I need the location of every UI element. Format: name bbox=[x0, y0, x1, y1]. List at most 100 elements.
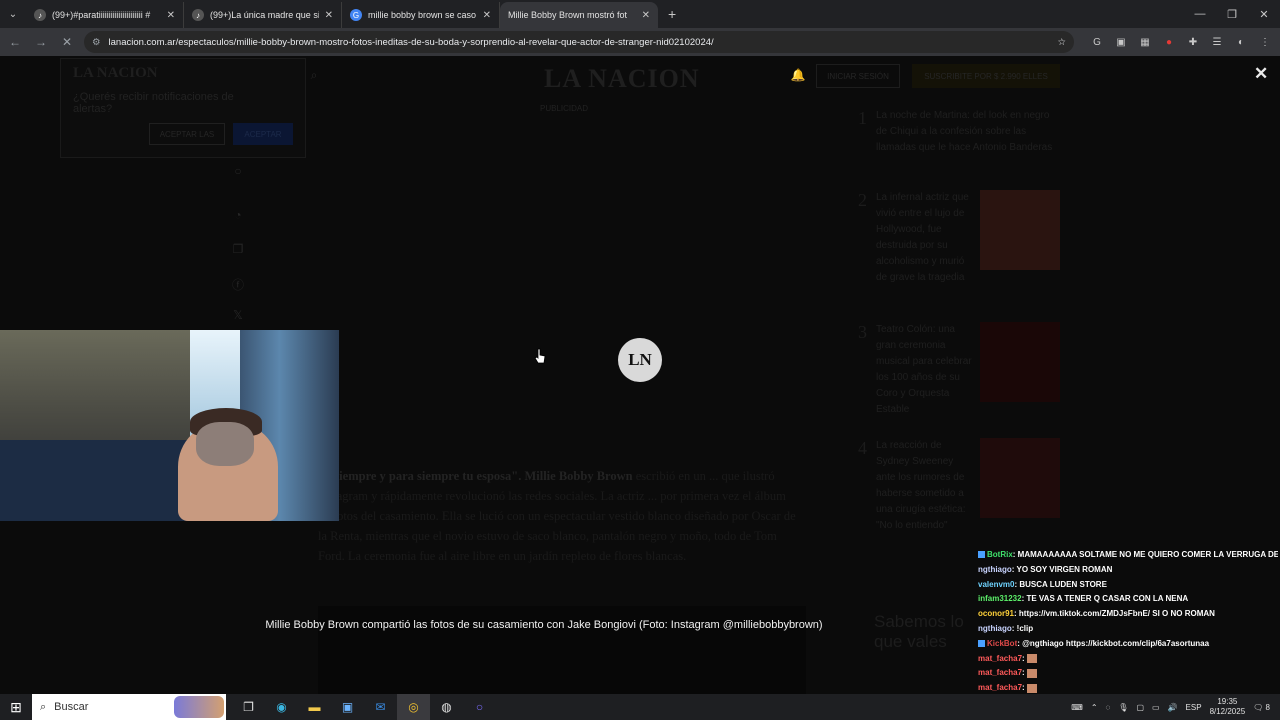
language-indicator[interactable]: ESP bbox=[1186, 703, 1202, 712]
chat-username[interactable]: valenvm0 bbox=[978, 580, 1014, 589]
chat-text: : YO SOY VIRGEN ROMAN bbox=[1011, 564, 1113, 574]
copy-link-icon[interactable]: ❐ bbox=[230, 242, 246, 258]
article-name[interactable]: Millie Bobby Brown bbox=[524, 469, 635, 483]
cortana-icon[interactable]: ○ bbox=[463, 694, 496, 720]
profile-avatar-icon[interactable]: ◐ bbox=[1234, 35, 1248, 49]
notifications-icon[interactable]: 🗨 8 bbox=[1253, 703, 1270, 712]
bot-badge-icon bbox=[978, 640, 985, 648]
tab-1[interactable]: ♪ (99+)#paratiiiiiiiiiiiiiiiiiiiiii # ✕ bbox=[26, 2, 184, 28]
tab-groups-icon[interactable]: ☰ bbox=[1210, 35, 1224, 49]
site-info-icon[interactable]: ⚙ bbox=[92, 37, 101, 48]
taskbar-search[interactable]: ⌕ Buscar bbox=[32, 694, 226, 720]
chat-username[interactable]: infam31232 bbox=[978, 594, 1022, 603]
keyboard-icon[interactable]: ⌨ bbox=[1071, 703, 1083, 712]
facebook-icon[interactable]: ⓕ bbox=[230, 276, 246, 292]
chat-username[interactable]: mat_facha7 bbox=[978, 683, 1022, 692]
stop-loading-icon[interactable]: ✕ bbox=[58, 35, 76, 49]
browser-tab-bar: ⌄ ♪ (99+)#paratiiiiiiiiiiiiiiiiiiiiii # … bbox=[0, 0, 1280, 28]
chat-username[interactable]: KickBot bbox=[987, 639, 1017, 648]
address-bar[interactable]: ⚙ lanacion.com.ar/espectaculos/millie-bo… bbox=[84, 31, 1074, 53]
file-explorer-icon[interactable]: ▬ bbox=[298, 694, 331, 720]
trending-item-1[interactable]: 1 La noche de Martina: del look en negro… bbox=[858, 108, 1068, 188]
tray-overflow-icon[interactable]: ⌃ bbox=[1091, 703, 1098, 712]
obs-icon[interactable]: ◍ bbox=[430, 694, 463, 720]
window-close-icon[interactable]: ✕ bbox=[1248, 8, 1280, 21]
tab-title: millie bobby brown se caso - Bú bbox=[368, 10, 477, 20]
article-body: "...siempre y para siempre tu esposa". M… bbox=[318, 466, 798, 566]
notif-accept-button[interactable]: ACEPTAR bbox=[233, 123, 293, 145]
store-icon[interactable]: ▣ bbox=[331, 694, 364, 720]
chat-emote-icon bbox=[1026, 653, 1037, 663]
network-icon[interactable]: ▭ bbox=[1152, 703, 1160, 712]
chat-username[interactable]: BotRix bbox=[987, 550, 1013, 559]
article-text: escribió en un ... que ilustró Instagram… bbox=[318, 469, 796, 563]
site-logo[interactable]: LA NACION bbox=[544, 64, 700, 94]
window-controls: — ❐ ✕ bbox=[1184, 8, 1280, 21]
trending-item-2[interactable]: 2 La infernal actriz que vivió entre el … bbox=[858, 190, 1068, 300]
bell-icon[interactable]: 🔔 bbox=[790, 68, 806, 84]
extension-icon[interactable]: ▦ bbox=[1138, 35, 1152, 49]
tab-title: (99+)La única madre que siemp bbox=[210, 10, 319, 20]
login-button[interactable]: INICIAR SESIÓN bbox=[816, 64, 900, 88]
google-favicon-icon: G bbox=[350, 9, 362, 21]
chat-message: BotRix: MAMAAAAAAA SOLTAME NO ME QUIERO … bbox=[978, 548, 1278, 563]
tray-app-icon[interactable]: ◌ bbox=[1106, 703, 1111, 712]
subscribe-button[interactable]: SUSCRIBITE POR $ 2.990 ELLES bbox=[912, 64, 1060, 88]
maximize-icon[interactable]: ❐ bbox=[1216, 8, 1248, 21]
windows-start-icon[interactable]: ⊞ bbox=[0, 694, 32, 720]
extension-icon[interactable]: ▣ bbox=[1114, 35, 1128, 49]
search-icon: ⌕ bbox=[40, 700, 47, 713]
translate-icon[interactable]: G bbox=[1090, 35, 1104, 49]
chat-username[interactable]: mat_facha7 bbox=[978, 668, 1022, 677]
chat-username[interactable]: ngthiago bbox=[978, 624, 1012, 633]
tab-search-icon[interactable]: ⌄ bbox=[0, 0, 26, 28]
edge-icon[interactable]: ◉ bbox=[265, 694, 298, 720]
tab-close-icon[interactable]: ✕ bbox=[167, 10, 175, 21]
back-icon[interactable]: ← bbox=[6, 35, 24, 49]
task-view-icon[interactable]: ❐ bbox=[232, 694, 265, 720]
whatsapp-icon[interactable]: ◔ bbox=[230, 208, 246, 224]
chat-text: : @ngthiago https://kickbot.com/clip/6a7… bbox=[1017, 638, 1210, 648]
tab-close-icon[interactable]: ✕ bbox=[325, 10, 333, 21]
screen: ⌄ ♪ (99+)#paratiiiiiiiiiiiiiiiiiiiiii # … bbox=[0, 0, 1280, 720]
notification-prompt: LA NACION ¿Querés recibir notificaciones… bbox=[60, 58, 306, 158]
record-extension-icon[interactable]: ● bbox=[1162, 35, 1176, 49]
clock[interactable]: 19:35 8/12/2025 bbox=[1210, 697, 1246, 717]
trending-thumbnail bbox=[980, 438, 1060, 518]
microphone-icon[interactable]: 🎙 bbox=[1118, 703, 1128, 712]
search-highlight-image bbox=[174, 696, 224, 718]
notif-reject-button[interactable]: ACEPTAR LAS bbox=[149, 123, 225, 145]
bookmark-star-icon[interactable]: ☆ bbox=[1057, 37, 1066, 48]
lightbox-close-icon[interactable]: ✕ bbox=[1254, 64, 1268, 84]
chat-text: : https://vm.tiktok.com/ZMDJsFbnE/ SI O … bbox=[1014, 609, 1215, 619]
forward-icon[interactable]: → bbox=[32, 35, 50, 49]
tray-app-icon[interactable]: ▢ bbox=[1136, 703, 1144, 712]
tab-2[interactable]: ♪ (99+)La única madre que siemp ✕ bbox=[184, 2, 342, 28]
chat-username[interactable]: oconor91 bbox=[978, 609, 1014, 618]
article-quote: "...siempre y para siempre tu esposa". bbox=[318, 469, 525, 483]
browser-menu-icon[interactable]: ⋮ bbox=[1258, 35, 1272, 49]
notif-logo: LA NACION bbox=[73, 65, 158, 81]
new-tab-icon[interactable]: + bbox=[658, 6, 686, 22]
chat-username[interactable]: ngthiago bbox=[978, 565, 1012, 574]
puzzle-extensions-icon[interactable]: ✚ bbox=[1186, 35, 1200, 49]
taskbar: ⊞ ⌕ Buscar ❐ ◉ ▬ ▣ ✉ ◎ ◍ ○ ⌨ ⌃ ◌ 🎙 ▢ ▭ 🔊… bbox=[0, 694, 1280, 720]
chat-username[interactable]: mat_facha7 bbox=[978, 654, 1022, 663]
trending-text: La noche de Martina: del look en negro d… bbox=[876, 110, 1053, 153]
comment-icon[interactable]: ○ bbox=[230, 164, 246, 180]
x-twitter-icon[interactable]: 𝕏 bbox=[230, 308, 246, 324]
search-icon[interactable]: ⌕ bbox=[306, 68, 322, 84]
clock-date: 8/12/2025 bbox=[1209, 707, 1246, 716]
mail-icon[interactable]: ✉ bbox=[364, 694, 397, 720]
tab-close-icon[interactable]: ✕ bbox=[642, 10, 650, 21]
trending-item-4[interactable]: 4 La reacción de Sydney Sweeney ante los… bbox=[858, 438, 1068, 548]
chat-text: : bbox=[1022, 668, 1025, 678]
minimize-icon[interactable]: — bbox=[1184, 8, 1216, 21]
tab-3[interactable]: G millie bobby brown se caso - Bú ✕ bbox=[342, 2, 500, 28]
tab-4-active[interactable]: Millie Bobby Brown mostró fot ✕ bbox=[500, 2, 658, 28]
trending-item-3[interactable]: 3 Teatro Colón: una gran ceremonia music… bbox=[858, 322, 1068, 422]
tab-close-icon[interactable]: ✕ bbox=[483, 10, 491, 21]
volume-icon[interactable]: 🔊 bbox=[1168, 703, 1178, 712]
chrome-icon[interactable]: ◎ bbox=[397, 694, 430, 720]
chat-message: mat_facha7: bbox=[978, 652, 1278, 667]
